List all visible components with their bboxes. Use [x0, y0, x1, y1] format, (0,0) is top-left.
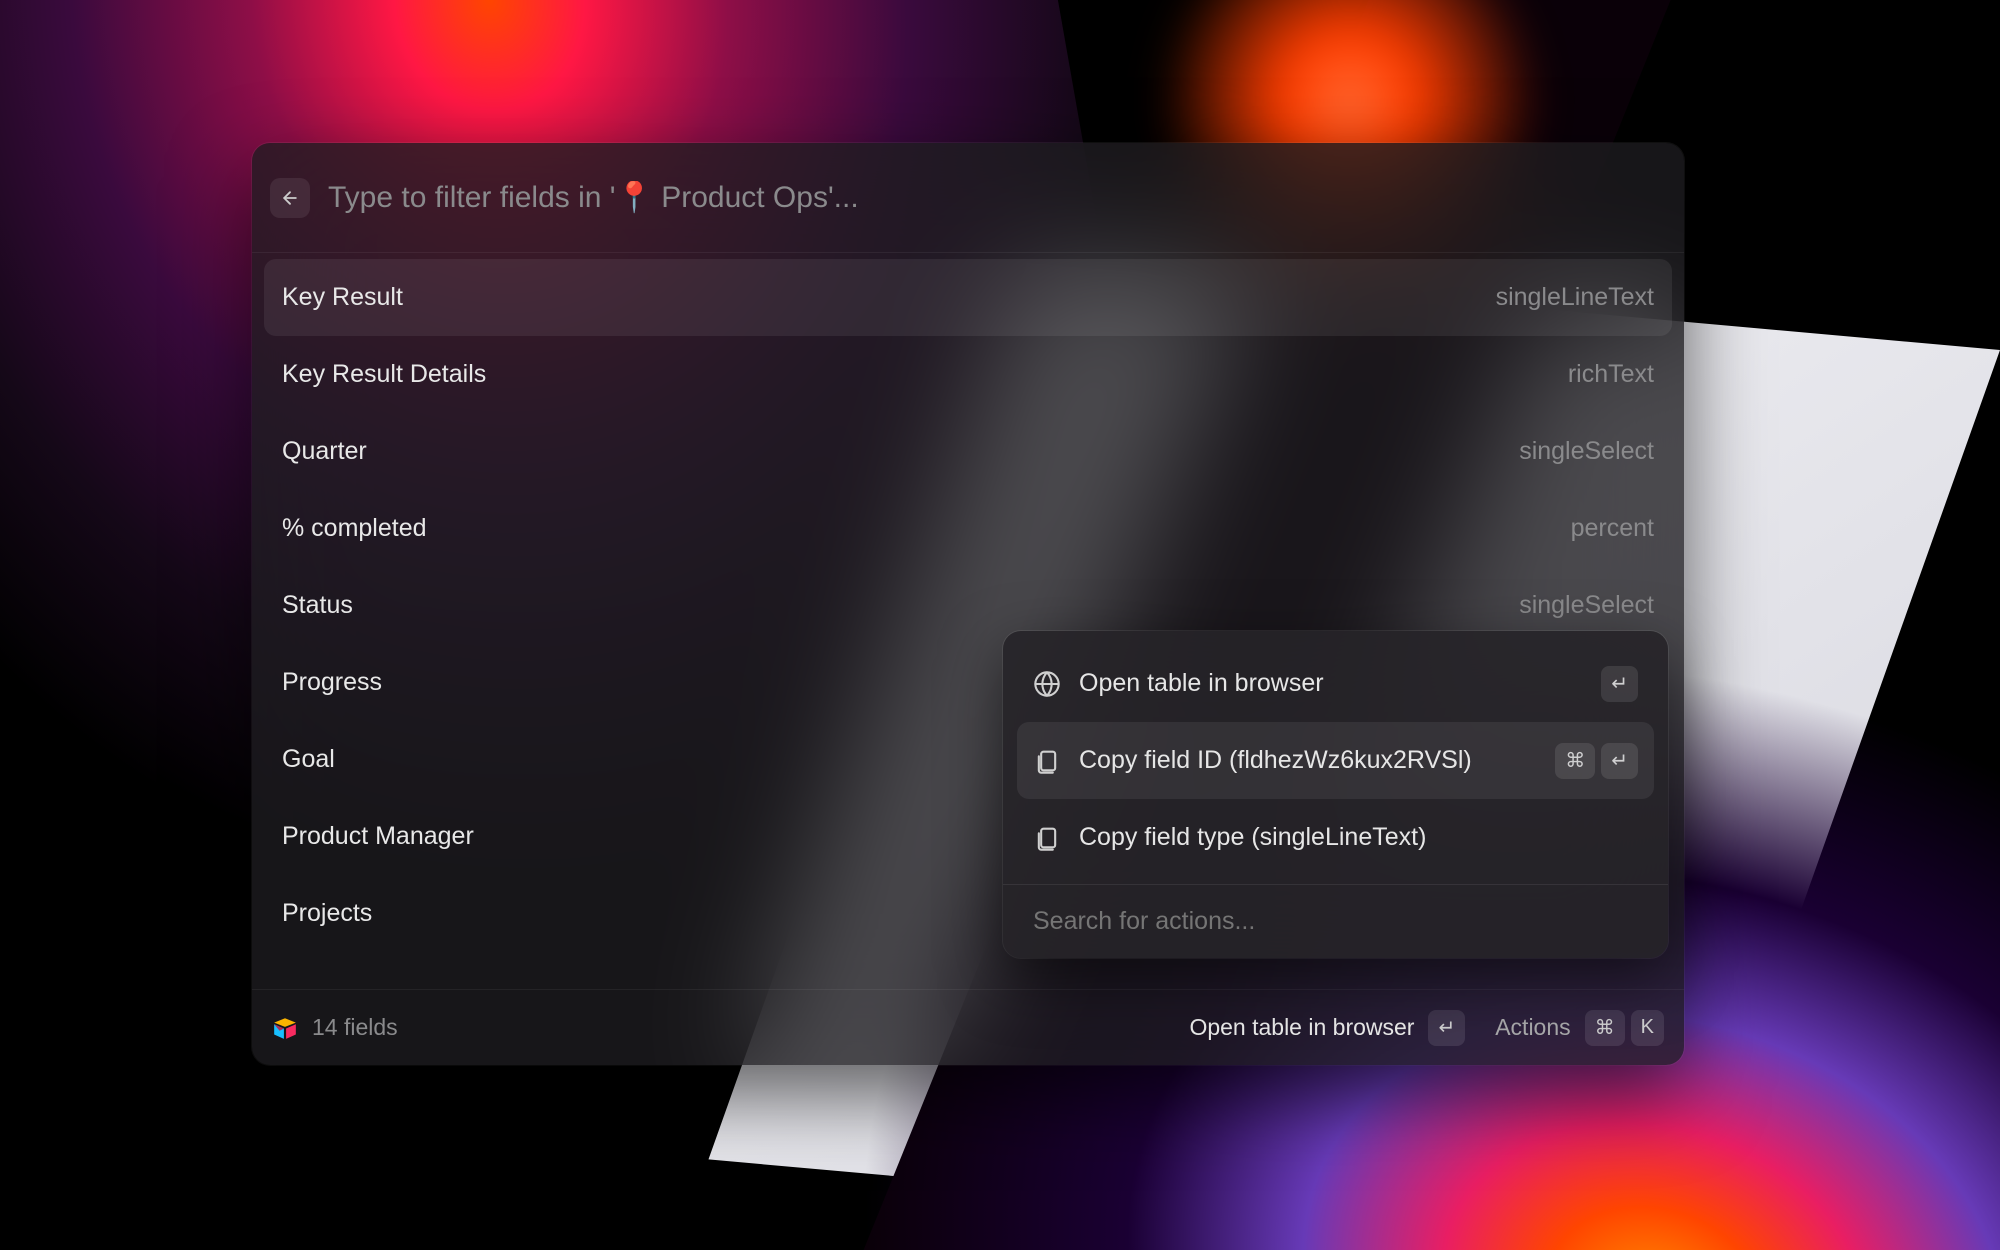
back-button[interactable] — [270, 178, 310, 218]
filter-input[interactable] — [328, 181, 1666, 215]
field-name: Key Result Details — [282, 360, 486, 389]
field-type: singleSelect — [1519, 591, 1654, 620]
field-count: 14 fields — [312, 1014, 398, 1041]
field-name: % completed — [282, 514, 427, 543]
actions-divider — [1003, 884, 1668, 885]
field-type: percent — [1571, 514, 1654, 543]
action-item[interactable]: Open table in browser ↵ — [1017, 645, 1654, 722]
field-type: singleLineText — [1496, 283, 1654, 312]
kbd-key: ↵ — [1601, 743, 1638, 779]
clipboard-icon — [1033, 824, 1061, 852]
field-row[interactable]: Quarter singleSelect — [264, 413, 1672, 490]
field-name: Progress — [282, 668, 382, 697]
kbd-key: ↵ — [1601, 666, 1638, 702]
field-row[interactable]: % completed percent — [264, 490, 1672, 567]
actions-button[interactable]: Actions ⌘ K — [1495, 1010, 1664, 1046]
enter-key: ↵ — [1428, 1010, 1465, 1046]
open-table-label: Open table in browser — [1189, 1014, 1414, 1041]
k-key: K — [1631, 1010, 1664, 1046]
cmd-key: ⌘ — [1585, 1010, 1625, 1046]
action-label: Open table in browser — [1079, 669, 1583, 698]
action-item[interactable]: Copy field type (singleLineText) — [1017, 799, 1654, 876]
arrow-left-icon — [280, 188, 300, 208]
search-header — [252, 143, 1684, 253]
field-name: Status — [282, 591, 353, 620]
open-table-button[interactable]: Open table in browser ↵ — [1189, 1010, 1465, 1046]
actions-popup: Open table in browser↵Copy field ID (fld… — [1003, 631, 1668, 958]
action-label: Copy field ID (fldhezWz6kux2RVSl) — [1079, 746, 1537, 775]
panel-footer: 14 fields Open table in browser ↵ Action… — [252, 989, 1684, 1065]
field-name: Goal — [282, 745, 335, 774]
action-shortcut: ⌘↵ — [1555, 743, 1638, 779]
action-label: Copy field type (singleLineText) — [1079, 823, 1638, 852]
kbd-key: ⌘ — [1555, 743, 1595, 779]
field-type: richText — [1568, 360, 1654, 389]
globe-icon — [1033, 670, 1061, 698]
field-name: Key Result — [282, 283, 403, 312]
field-name: Quarter — [282, 437, 367, 466]
actions-search-input[interactable] — [1017, 893, 1654, 944]
action-item[interactable]: Copy field ID (fldhezWz6kux2RVSl) ⌘↵ — [1017, 722, 1654, 799]
action-shortcut: ↵ — [1601, 666, 1638, 702]
field-row[interactable]: Key Result singleLineText — [264, 259, 1672, 336]
field-type: singleSelect — [1519, 437, 1654, 466]
clipboard-icon — [1033, 747, 1061, 775]
actions-label: Actions — [1495, 1014, 1570, 1041]
field-name: Product Manager — [282, 822, 474, 851]
field-name: Projects — [282, 899, 372, 928]
airtable-logo-icon — [272, 1015, 298, 1041]
field-row[interactable]: Key Result Details richText — [264, 336, 1672, 413]
footer-meta: 14 fields — [272, 1014, 398, 1041]
